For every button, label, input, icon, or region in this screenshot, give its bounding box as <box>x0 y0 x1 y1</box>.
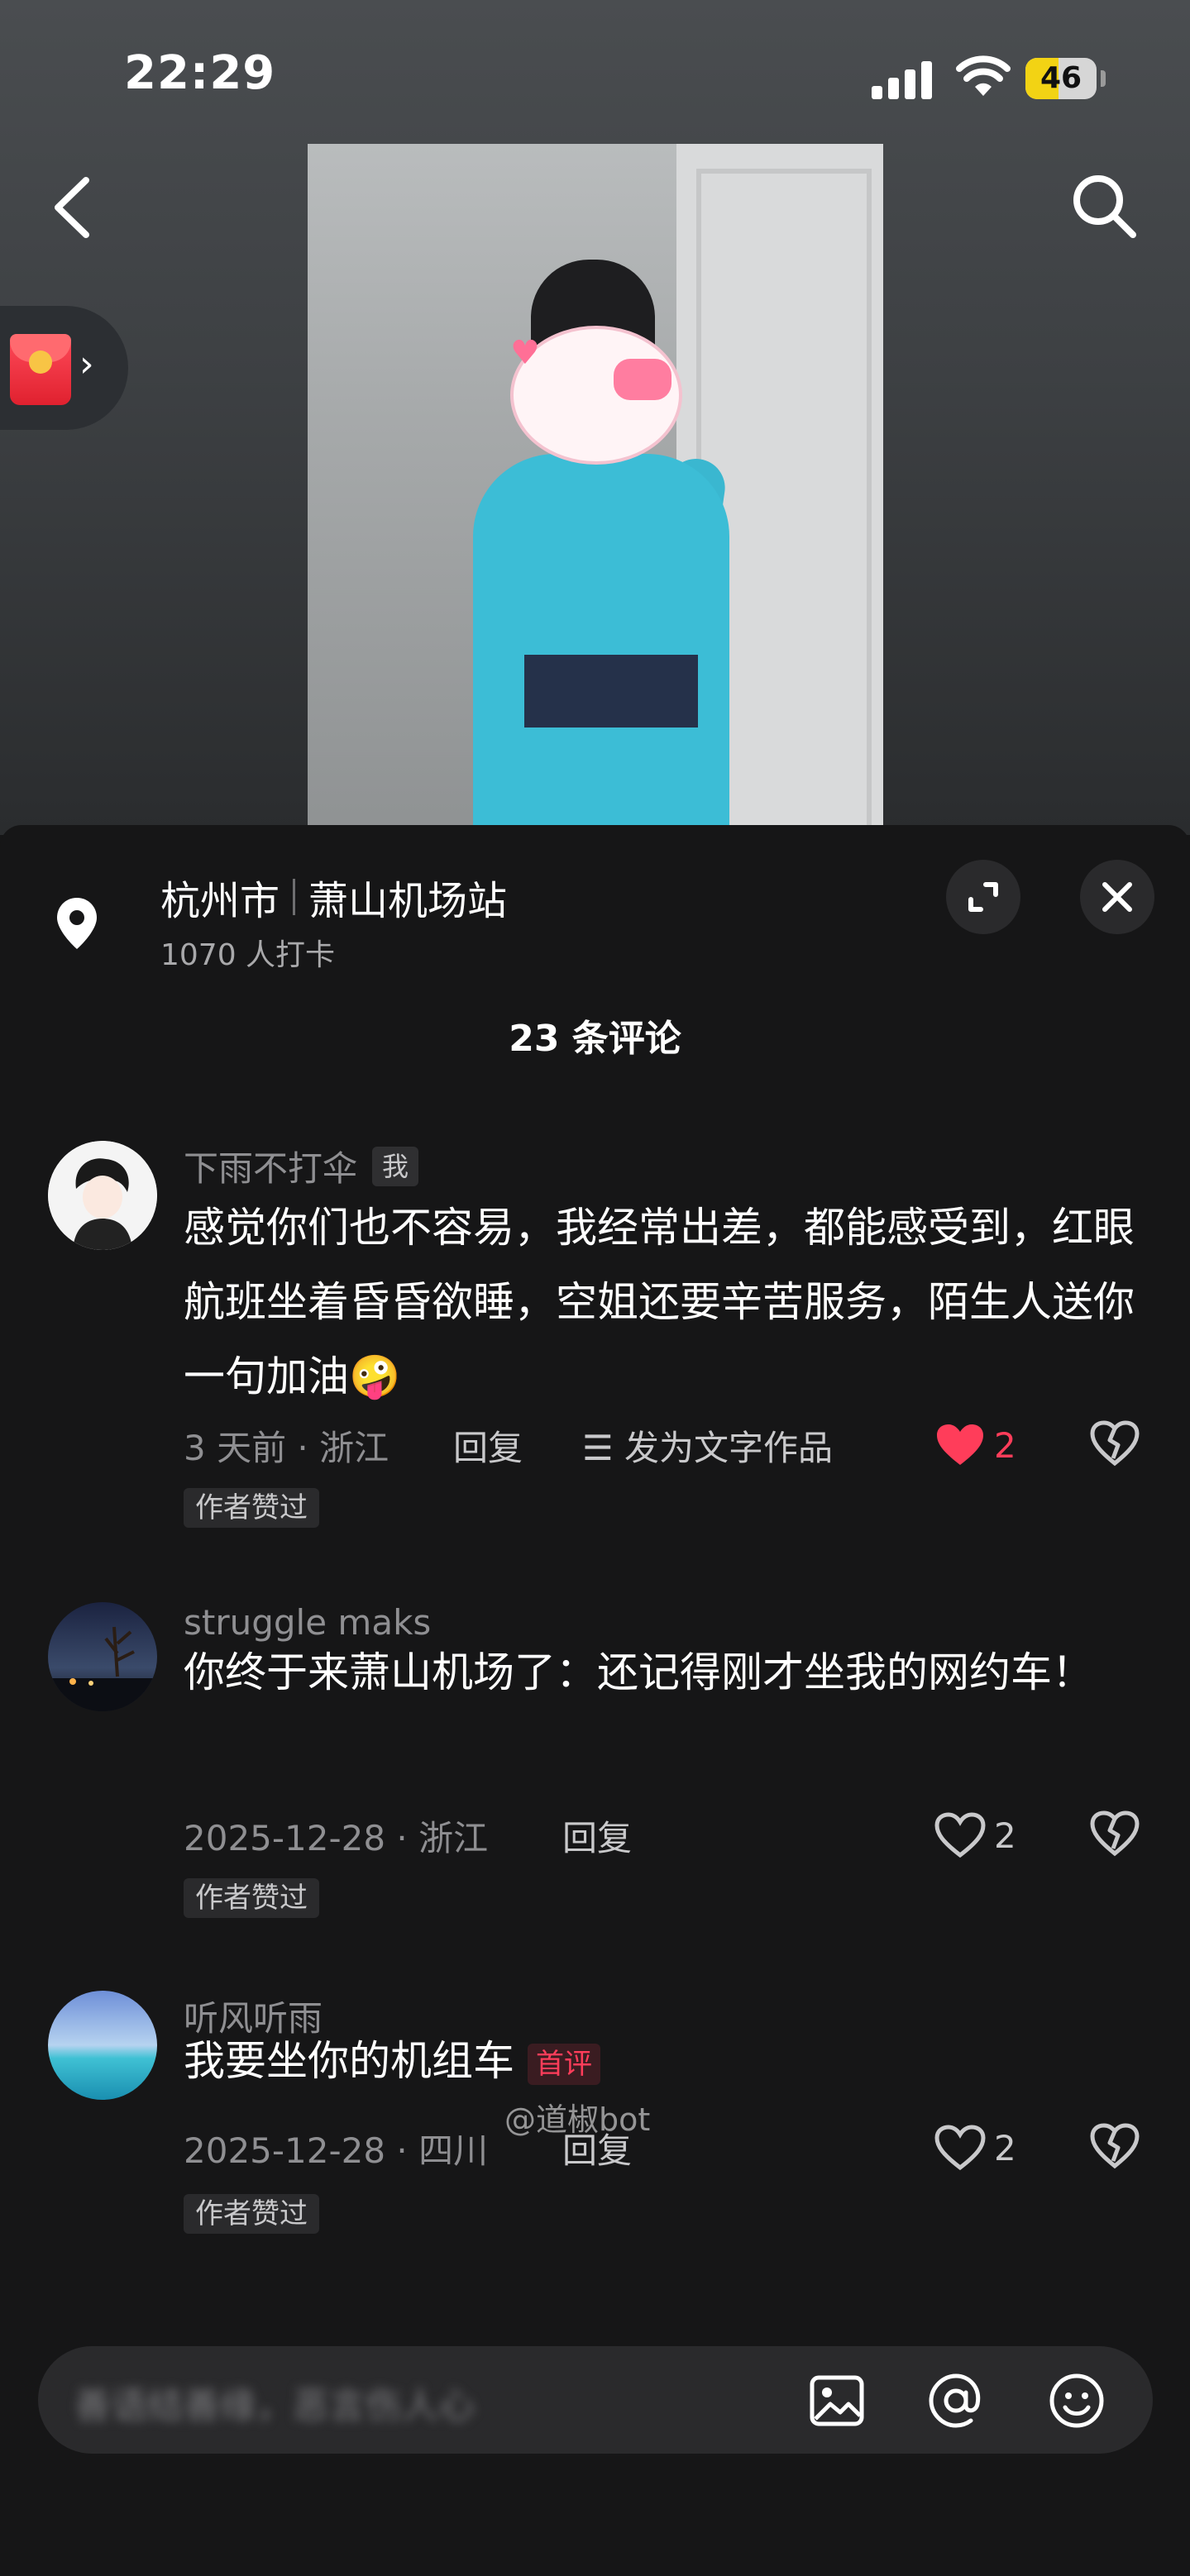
like-count: 2 <box>994 2127 1016 2168</box>
red-packet-icon <box>10 334 71 405</box>
first-comment-badge: 首评 <box>528 2043 600 2085</box>
like-count: 2 <box>994 1815 1016 1856</box>
like-button[interactable]: 2 <box>934 1812 1016 1858</box>
broken-heart-icon[interactable] <box>1090 1810 1140 1857</box>
red-packet-entry[interactable]: › <box>0 306 128 430</box>
comment-meta: 2025-12-28 · 四川 <box>184 2130 489 2171</box>
author-liked-badge: 作者赞过 <box>184 1878 319 1918</box>
chevron-right-icon: › <box>79 343 94 385</box>
location-title[interactable]: 杭州市 萧山机场站 <box>160 868 507 926</box>
avatar[interactable] <box>48 1991 157 2100</box>
avatar[interactable] <box>48 1141 157 1250</box>
like-count: 2 <box>994 1424 1016 1466</box>
reply-button[interactable]: 回复 <box>562 2123 632 2173</box>
reply-button[interactable]: 回复 <box>562 1810 632 1861</box>
video-frame-photo[interactable]: ♥ <box>308 144 883 835</box>
me-badge: 我 <box>372 1146 419 1186</box>
like-button[interactable]: 2 <box>934 1422 1016 1468</box>
broken-heart-icon[interactable] <box>1090 1420 1140 1467</box>
search-icon[interactable] <box>1067 169 1141 243</box>
author-liked-badge: 作者赞过 <box>184 1488 319 1528</box>
expand-icon <box>968 882 998 912</box>
comment-text[interactable]: 你终于来萧山机场了：还记得刚才坐我的网约车！ <box>184 1635 1135 1710</box>
status-time: 22:29 <box>124 46 276 100</box>
comment-input-bar[interactable]: 善语结善缘，恶言伤人心 <box>38 2346 1153 2454</box>
comment-text[interactable]: 感觉你们也不容易，我经常出差，都能感受到，红眼航班坐着昏昏欲睡，空姐还要辛苦服务… <box>184 1190 1135 1414</box>
location-pin-icon <box>57 898 97 949</box>
close-icon <box>1102 882 1132 912</box>
status-bar: 22:29 46 <box>0 0 1190 141</box>
post-as-text-button[interactable]: ☰ 发为文字作品 <box>582 1420 833 1471</box>
heart-icon <box>934 1812 986 1858</box>
heart-icon <box>934 2125 986 2171</box>
at-icon[interactable] <box>926 2371 986 2431</box>
location-city: 杭州市 <box>160 878 280 924</box>
emoji-icon[interactable] <box>1047 2371 1106 2431</box>
comment-meta: 3 天前 · 浙江 <box>184 1428 389 1468</box>
close-button[interactable] <box>1080 860 1154 934</box>
comment-username[interactable]: 下雨不打伞 <box>184 1141 357 1191</box>
author-liked-badge: 作者赞过 <box>184 2194 319 2234</box>
location-checkins: 1070 人打卡 <box>160 938 336 972</box>
reply-button[interactable]: 回复 <box>453 1420 523 1471</box>
avatar[interactable] <box>48 1602 157 1711</box>
image-icon[interactable] <box>807 2371 867 2431</box>
video-area[interactable]: ♥ 22:29 46 › <box>0 0 1190 835</box>
heart-icon <box>937 1424 983 1465</box>
battery-indicator: 46 <box>1025 58 1097 99</box>
like-button[interactable]: 2 <box>934 2125 1016 2171</box>
comment-meta: 2025-12-28 · 浙江 <box>184 1818 489 1858</box>
chevron-left-icon[interactable] <box>43 170 103 245</box>
wifi-icon <box>956 55 1011 96</box>
signal-icon <box>872 61 932 99</box>
broken-heart-icon[interactable] <box>1090 2123 1140 2169</box>
comment-input[interactable]: 善语结善缘，恶言伤人心 <box>74 2376 475 2429</box>
comment-text[interactable]: 我要坐你的机组车 首评 <box>184 2024 1135 2098</box>
location-place: 萧山机场站 <box>308 878 508 924</box>
comment-count: 23 条评论 <box>509 1018 681 1060</box>
expand-button[interactable] <box>946 860 1020 934</box>
